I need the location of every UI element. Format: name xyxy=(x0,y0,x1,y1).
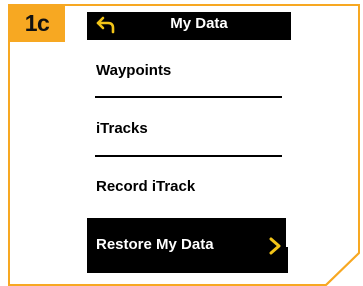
scrollbar[interactable] xyxy=(286,247,288,273)
step-badge: 1c xyxy=(9,5,65,42)
menu-item-label: Restore My Data xyxy=(96,236,214,253)
divider xyxy=(95,155,282,157)
chevron-right-icon xyxy=(269,237,281,255)
menu-item-restore-my-data[interactable]: Restore My Data xyxy=(87,218,286,273)
menu-item-waypoints[interactable]: Waypoints xyxy=(96,62,171,79)
menu-item-itracks[interactable]: iTracks xyxy=(96,120,148,137)
page-title: My Data xyxy=(170,15,228,32)
divider xyxy=(95,96,282,98)
title-bar: My Data xyxy=(87,12,291,40)
menu-item-record-itrack[interactable]: Record iTrack xyxy=(96,178,195,195)
